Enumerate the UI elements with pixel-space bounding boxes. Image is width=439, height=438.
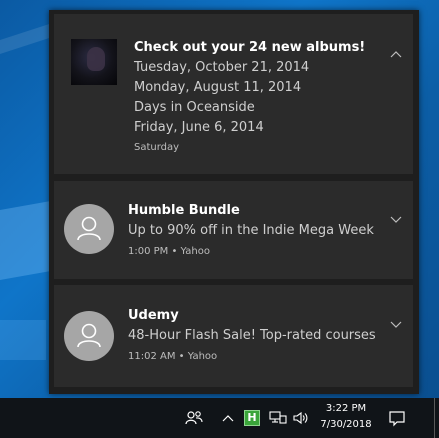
person-icon [64,311,114,361]
notification-line: Tuesday, October 21, 2014 [134,60,310,75]
notification-title: Check out your 24 new albums! [134,40,366,55]
tray-app-button[interactable]: H [243,398,261,438]
notification-photos-albums[interactable]: Check out your 24 new albums! Tuesday, O… [54,14,413,174]
people-icon [185,411,203,425]
notification-line: Monday, August 11, 2014 [134,80,302,95]
notification-meta: 1:00 PM • Yahoo [128,246,210,257]
notification-line: Days in Oceanside [134,100,255,115]
notification-title: Humble Bundle [128,203,240,218]
clock-time: 3:22 PM [325,403,367,414]
chevron-up-icon[interactable] [389,47,403,61]
network-button[interactable] [268,398,288,438]
taskbar: H 3:22 PM 7/30/2018 [0,398,439,438]
notification-title: Udemy [128,308,179,323]
notification-body: Up to 90% off in the Indie Mega Week [128,223,374,238]
notification-line: Friday, June 6, 2014 [134,120,264,135]
network-icon [269,411,287,424]
volume-icon [293,411,308,425]
wallpaper-light-beam [0,320,46,360]
show-desktop-button[interactable] [434,398,435,438]
chevron-up-icon [222,415,234,422]
notification-meta: Saturday [134,142,180,153]
wallpaper-light-beam [0,201,50,280]
people-button[interactable] [183,398,205,438]
chevron-down-icon[interactable] [389,317,403,331]
notification-humble-bundle[interactable]: Humble Bundle Up to 90% off in the Indie… [54,181,413,279]
album-thumbnail [71,39,117,85]
taskbar-clock[interactable]: 3:22 PM 7/30/2018 [314,401,378,433]
clock-date: 7/30/2018 [320,419,372,430]
action-center-icon [389,411,405,427]
notification-body: 48-Hour Flash Sale! Top-rated courses [128,328,376,343]
person-icon [64,204,114,254]
volume-button[interactable] [292,398,310,438]
tray-app-icon: H [244,410,260,426]
notification-meta: 11:02 AM • Yahoo [128,351,218,362]
notification-panel: Check out your 24 new albums! Tuesday, O… [49,10,419,394]
chevron-down-icon[interactable] [389,212,403,226]
notification-udemy[interactable]: Udemy 48-Hour Flash Sale! Top-rated cour… [54,285,413,387]
show-hidden-icons-button[interactable] [220,398,236,438]
action-center-button[interactable] [386,398,408,438]
